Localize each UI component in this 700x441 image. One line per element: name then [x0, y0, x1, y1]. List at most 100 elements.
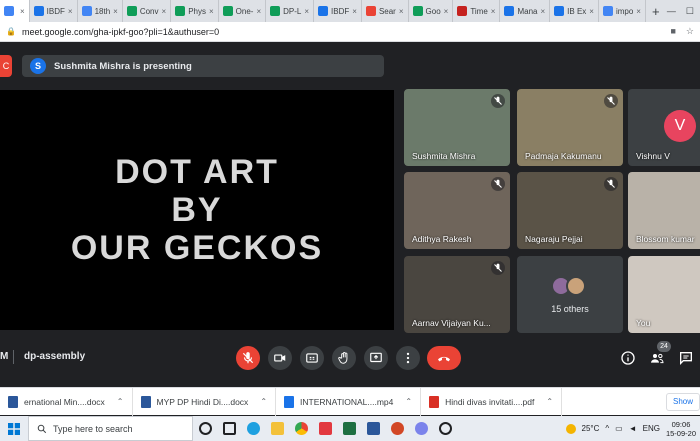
more-options-button[interactable] [396, 346, 420, 370]
excel-taskbar-icon[interactable] [337, 416, 361, 441]
chrome-taskbar-icon[interactable] [289, 416, 313, 441]
browser-tab[interactable]: IB Ex × [550, 0, 599, 22]
tab-favicon-icon [222, 6, 233, 16]
show-all-downloads-button[interactable]: Show [665, 392, 700, 411]
download-item[interactable]: ernational Min....docx ⌃ [0, 387, 133, 416]
participant-tile[interactable]: Adithya Rakesh [404, 172, 510, 249]
tab-label: IB Ex [567, 6, 587, 16]
browser-tab[interactable]: Conv × [123, 0, 172, 22]
taskbar-clock[interactable]: 09:06 15-09-20 [666, 420, 696, 438]
close-tab-icon[interactable]: × [399, 7, 404, 16]
gear-icon [438, 422, 452, 435]
browser-tab[interactable]: IBDF × [30, 0, 78, 22]
browser-tab[interactable]: Sear × [362, 0, 409, 22]
download-filename: ernational Min....docx [24, 396, 105, 407]
close-tab-icon[interactable]: × [256, 7, 261, 16]
minimize-icon[interactable]: — [667, 6, 676, 17]
close-tab-icon[interactable]: × [304, 7, 309, 16]
presentation-view[interactable]: DOT ART BY OUR GECKOS [0, 90, 394, 330]
close-tab-icon[interactable]: × [589, 7, 594, 16]
new-tab-button[interactable]: + [646, 4, 666, 19]
close-tab-icon[interactable]: × [20, 7, 25, 16]
tab-label: 18th [94, 6, 111, 16]
meeting-details-button[interactable] [619, 349, 637, 367]
taskbar-search-box[interactable]: Type here to search [28, 416, 193, 441]
browser-tab[interactable]: IBDF × [314, 0, 362, 22]
word-taskbar-icon[interactable] [361, 416, 385, 441]
browser-tab[interactable]: impo × [599, 0, 646, 22]
meeting-code: dp-assembly [24, 351, 86, 362]
close-tab-icon[interactable]: × [444, 7, 449, 16]
clock-time: 09:06 [671, 419, 691, 429]
settings-taskbar-icon[interactable] [433, 416, 457, 441]
captions-button[interactable] [300, 346, 324, 370]
participant-tile[interactable]: Sushmita Mishra [404, 89, 510, 166]
app-taskbar-icon[interactable] [409, 416, 433, 441]
browser-tab[interactable]: Time × [453, 0, 501, 22]
download-item[interactable]: INTERNATIONAL....mp4 ⌃ [276, 387, 422, 416]
close-tab-icon[interactable]: × [540, 7, 545, 16]
chevron-up-icon[interactable]: ⌃ [405, 397, 412, 406]
explorer-taskbar-icon[interactable] [265, 416, 289, 441]
participant-tile[interactable]: Padmaja Kakumanu [517, 89, 623, 166]
browser-tab[interactable]: Mana × [500, 0, 551, 22]
camera-indicator-icon[interactable]: ■ [670, 26, 675, 37]
participant-tile[interactable]: You [628, 256, 700, 333]
tab-favicon-icon [126, 6, 137, 16]
chevron-up-icon[interactable]: ⌃ [117, 397, 124, 406]
browser-tab[interactable]: DP-L × [266, 0, 315, 22]
raise-hand-button[interactable] [332, 346, 356, 370]
close-tab-icon[interactable]: × [113, 7, 118, 16]
bookmark-star-icon[interactable]: ☆ [686, 26, 694, 37]
participant-tile[interactable]: Blossom kumar [628, 172, 700, 249]
network-icon[interactable]: ▭ [615, 424, 623, 433]
close-tab-icon[interactable]: × [162, 7, 167, 16]
leave-call-button[interactable] [427, 346, 461, 370]
browser-tab[interactable]: × [0, 0, 30, 22]
download-filename: MYP DP Hindi Di....docx [156, 396, 249, 407]
participant-tile[interactable]: Nagaraju Pejjai [517, 172, 623, 249]
url-text[interactable]: meet.google.com/gha-ipkf-goo?pli=1&authu… [22, 27, 665, 37]
browser-tab[interactable]: Phys × [171, 0, 219, 22]
avatar [566, 276, 586, 296]
present-now-button[interactable] [364, 346, 388, 370]
others-tile[interactable]: 15 others [517, 256, 623, 333]
tray-chevron-icon[interactable]: ^ [605, 424, 609, 433]
chat-button[interactable] [677, 349, 695, 367]
browser-tab[interactable]: Goo × [409, 0, 454, 22]
close-tab-icon[interactable]: × [491, 7, 496, 16]
close-tab-icon[interactable]: × [352, 7, 357, 16]
maximize-icon[interactable]: ☐ [686, 6, 694, 17]
participant-tile[interactable]: Aarnav Vijaiyan Ku... [404, 256, 510, 333]
tab-favicon-icon [602, 6, 613, 16]
participant-tile[interactable]: V Vishnu V [628, 89, 700, 166]
language-indicator[interactable]: ENG [643, 424, 660, 433]
close-tab-icon[interactable]: × [68, 7, 73, 16]
powerpoint-taskbar-icon[interactable] [385, 416, 409, 441]
browser-tab[interactable]: 18th × [78, 0, 123, 22]
file-icon [284, 395, 295, 408]
browser-tab[interactable]: One- × [219, 0, 267, 22]
tab-label: impo [615, 6, 634, 16]
task-view-button[interactable] [217, 416, 241, 441]
windows-logo-icon [8, 422, 20, 435]
tab-favicon-icon [270, 6, 281, 16]
cortana-button[interactable] [193, 416, 217, 441]
anydesk-taskbar-icon[interactable] [313, 416, 337, 441]
address-bar[interactable]: 🔒 meet.google.com/gha-ipkf-goo?pli=1&aut… [0, 22, 700, 42]
download-item[interactable]: Hindi divas invitati....pdf ⌃ [421, 387, 563, 416]
tab-favicon-icon [33, 6, 44, 16]
meeting-control-bar: M dp-assembly [0, 340, 700, 376]
windows-start-button[interactable] [0, 416, 28, 441]
mic-toggle-button[interactable] [236, 346, 260, 370]
edge-taskbar-icon[interactable] [241, 416, 265, 441]
download-item[interactable]: MYP DP Hindi Di....docx ⌃ [133, 387, 277, 416]
camera-toggle-button[interactable] [268, 346, 292, 370]
chevron-up-icon[interactable]: ⌃ [546, 397, 553, 406]
tab-label: Mana [517, 6, 538, 16]
chevron-up-icon[interactable]: ⌃ [260, 397, 267, 406]
download-filename: Hindi divas invitati....pdf [445, 396, 535, 407]
volume-icon[interactable]: ◄ [629, 424, 637, 433]
close-tab-icon[interactable]: × [636, 7, 641, 16]
close-tab-icon[interactable]: × [209, 7, 214, 16]
